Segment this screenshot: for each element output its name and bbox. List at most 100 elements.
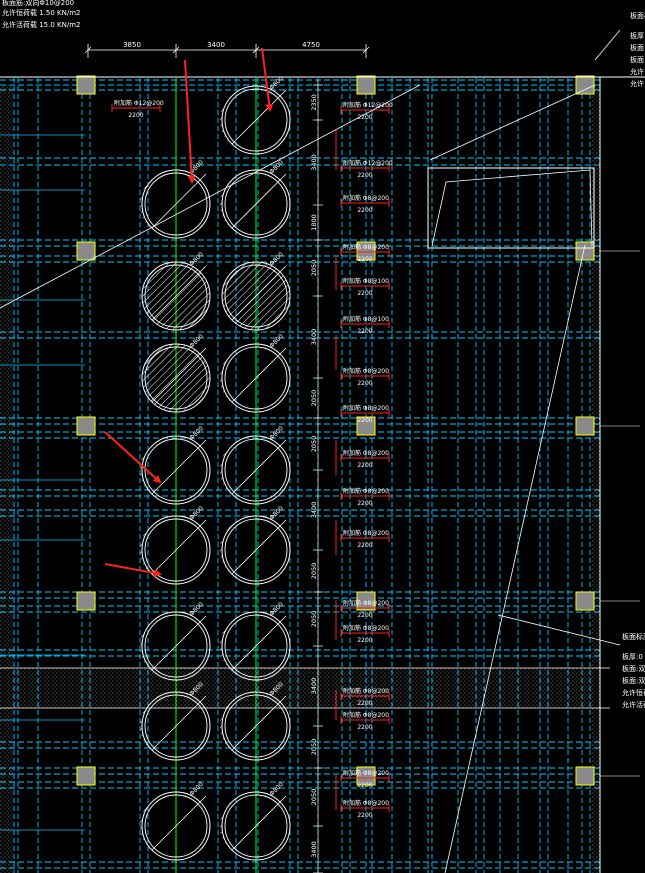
opening-frame <box>427 167 595 249</box>
rebar-callout: 附加筋 Φ8@200 2200 <box>340 487 390 507</box>
rebar-callout: 附加筋 Φ8@200 2200 <box>340 624 390 644</box>
rebar-length: 2200 <box>357 500 372 507</box>
hole-leader-line <box>231 173 287 229</box>
rebar-callout: 附加筋 Φ8@200 2200 <box>340 799 390 819</box>
dimension-text-vertical: 2050 <box>310 789 318 806</box>
hole-leader-line <box>151 795 207 851</box>
hole-label: Φ800 <box>268 601 285 618</box>
circular-opening-icon: Φ800 <box>139 781 211 861</box>
rebar-callout: 附加筋 Φ12@200 2200 <box>111 99 164 119</box>
dimension-text-vertical: 2050 <box>310 260 318 277</box>
column-square-icon <box>575 241 595 261</box>
dimension-text-vertical: 1800 <box>310 214 318 231</box>
dimension-text-vertical: 2050 <box>310 611 318 628</box>
diagonal-leader <box>444 244 586 873</box>
rebar-length: 2200 <box>357 700 372 707</box>
rebar-length: 2200 <box>357 782 372 789</box>
rebar-callout: 附加筋 Φ8@200 2200 <box>340 367 390 387</box>
rebar-label: 附加筋 Φ8@200 <box>343 487 389 495</box>
hole-leader-line <box>231 519 287 575</box>
circular-opening-icon: Φ800 <box>139 425 211 505</box>
hole-label: Φ800 <box>268 251 285 268</box>
rebar-length: 2200 <box>357 812 372 819</box>
hole-leader-line <box>151 615 207 671</box>
rebar-length: 2200 <box>357 290 372 297</box>
hole-label: Φ800 <box>188 601 205 618</box>
column-square-icon <box>575 766 595 786</box>
rebar-length: 2200 <box>357 637 372 644</box>
red-arrow-icon <box>184 59 196 184</box>
rebar-callout: 附加筋 Φ8@200 2200 <box>340 529 390 549</box>
rebar-callout: 附加筋 Φ12@200 2200 <box>340 101 393 121</box>
circular-opening-icon: Φ800 <box>219 159 291 239</box>
circular-opening-icon: Φ800 <box>141 251 211 331</box>
rebar-label: 附加筋 Φ8@200 <box>343 711 389 719</box>
circular-opening-icon: Φ800 <box>139 159 211 239</box>
rebar-label: 附加筋 Φ8@200 <box>343 599 389 607</box>
hole-leader-line <box>231 615 287 671</box>
circular-opening-icon: Φ800 <box>219 505 291 585</box>
rebar-label: 附加筋 Φ8@200 <box>343 687 389 695</box>
dimension-text-vertical: 2050 <box>310 563 318 580</box>
stipple-band-left <box>0 85 13 873</box>
column-square-icon <box>575 416 595 436</box>
dimension-text-vertical: 3400 <box>310 678 318 695</box>
rebar-label: 附加筋 Φ12@200 <box>343 101 393 109</box>
hole-label: Φ800 <box>188 505 205 522</box>
rebar-length: 2200 <box>357 380 372 387</box>
circular-opening-icon: Φ800 <box>219 75 291 155</box>
rebar-length: 2200 <box>357 612 372 619</box>
rebar-length: 2200 <box>357 207 372 214</box>
red-arrow-icon <box>104 431 162 484</box>
dimension-text-top: 3400 <box>207 41 225 49</box>
stipple-band-right <box>592 85 600 873</box>
column-square-icon <box>76 591 96 611</box>
hole-leader-line <box>231 89 287 145</box>
rebar-label: 附加筋 Φ8@200 <box>343 799 389 807</box>
hole-label: Φ800 <box>268 425 285 442</box>
circular-opening-icon: Φ800 <box>219 425 291 505</box>
rebar-callout: 附加筋 Φ8@200 2200 <box>340 449 390 469</box>
rebar-callout: 附加筋 Φ8@200 2200 <box>340 711 390 731</box>
diagonal-leader <box>497 614 621 646</box>
circular-opening-icon: Φ800 <box>221 251 291 331</box>
column-square-icon <box>76 75 96 95</box>
circular-opening-icon: Φ800 <box>219 781 291 861</box>
rebar-label: 附加筋 Φ8@200 <box>343 529 389 537</box>
hole-leader-line <box>151 439 207 495</box>
rebar-label: 附加筋 Φ8@200 <box>343 404 389 412</box>
hole-label: Φ800 <box>268 781 285 798</box>
hole-label: Φ800 <box>188 781 205 798</box>
rebar-length: 2200 <box>357 417 372 424</box>
hole-label: Φ800 <box>188 251 205 268</box>
cad-drawing-canvas: Φ800Φ800 Φ800Φ800 Φ800Φ800 Φ800Φ800 Φ800Φ800… <box>0 29 645 873</box>
dimension-text-top: 4750 <box>302 41 320 49</box>
hole-leader-line <box>151 173 207 229</box>
rebar-label: 附加筋 Φ12@200 <box>114 99 164 107</box>
column-square-icon <box>575 75 595 95</box>
rebar-length: 2200 <box>357 256 372 263</box>
rebar-label: 附加筋 Φ8@200 <box>343 243 389 251</box>
rebar-label: 附加筋 Φ8@200 <box>343 367 389 375</box>
column-square-icon <box>575 591 595 611</box>
hole-label: Φ800 <box>268 505 285 522</box>
hole-leader-line <box>231 795 287 851</box>
diagonal-leader <box>594 29 621 61</box>
rebar-callout: 附加筋 Φ8@200 2200 <box>340 404 390 424</box>
dimension-text-vertical: 2050 <box>310 739 318 756</box>
hole-leader-line <box>231 347 287 403</box>
hole-label: Φ800 <box>188 425 205 442</box>
dimension-text-vertical: 2350 <box>310 94 318 111</box>
rebar-label: 附加筋 Φ12@200 <box>343 159 393 167</box>
dimension-text-vertical: 3400 <box>310 329 318 346</box>
rebar-callout: 附加筋 Φ8@100 2200 <box>340 277 390 297</box>
hole-label: Φ800 <box>188 333 205 350</box>
column-square-icon <box>76 766 96 786</box>
dimension-text-vertical: 3400 <box>310 502 318 519</box>
rebar-label: 附加筋 Φ8@200 <box>343 624 389 632</box>
circular-opening-icon: Φ800 <box>219 333 291 413</box>
hole-leader-line <box>151 519 207 575</box>
dimension-text-vertical: 3400 <box>310 841 318 858</box>
rebar-length: 2200 <box>357 542 372 549</box>
diagonal-leader <box>429 84 596 161</box>
